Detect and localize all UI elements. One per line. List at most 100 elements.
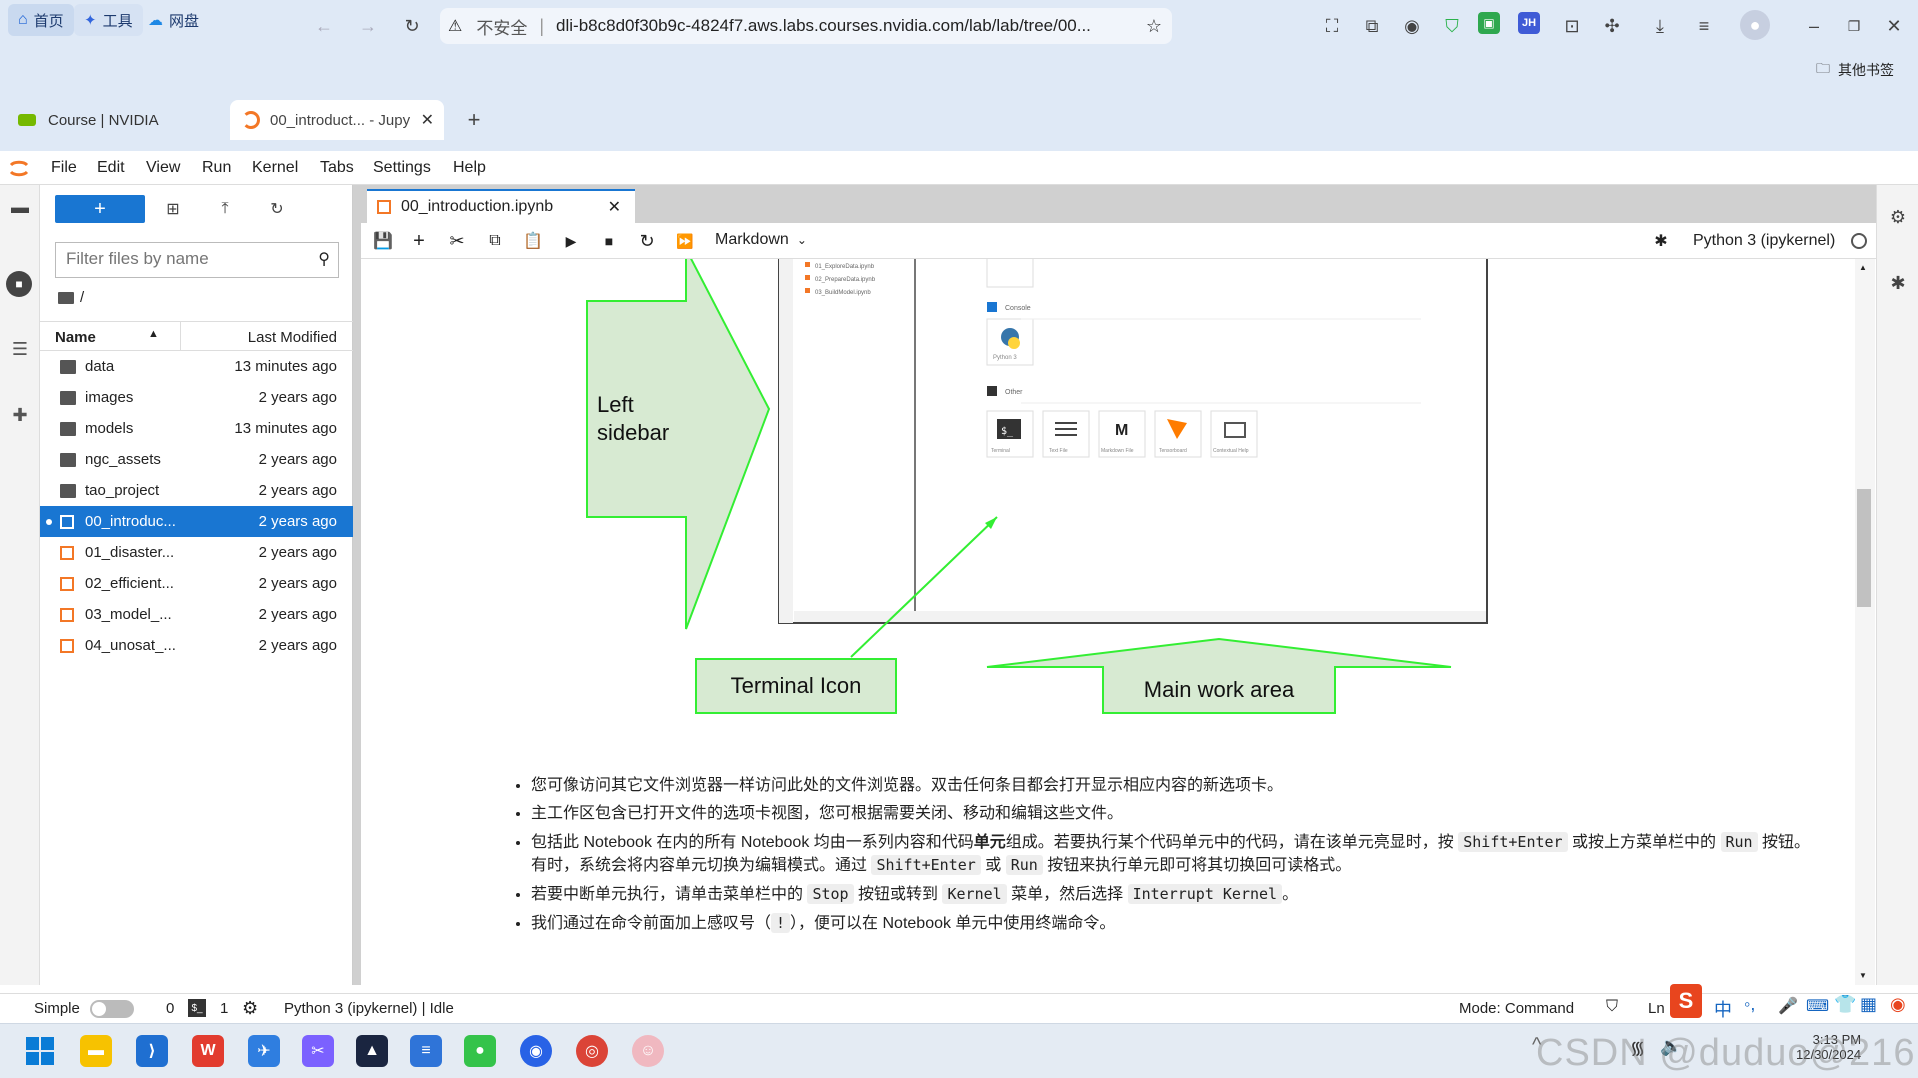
notebook-scrollbar[interactable]: ▲ ▼ bbox=[1855, 259, 1875, 985]
reload-icon[interactable]: ↻ bbox=[398, 12, 426, 40]
copy-icon[interactable]: ⧉ bbox=[483, 229, 507, 253]
kernel-status-text[interactable]: Python 3 (ipykernel) | Idle bbox=[284, 1000, 454, 1017]
menu-icon[interactable]: ≡ bbox=[1690, 12, 1718, 40]
upload-icon[interactable]: ⤒ bbox=[212, 197, 238, 221]
translate-icon[interactable]: ⧉ bbox=[1358, 12, 1386, 40]
refresh-icon[interactable]: ↻ bbox=[264, 197, 290, 221]
file-row-04-unosat[interactable]: 04_unosat_... 2 years ago bbox=[40, 630, 353, 661]
menu-run[interactable]: Run bbox=[202, 159, 231, 177]
debugger-panel-icon[interactable]: ✱ bbox=[1886, 271, 1910, 295]
column-modified-header[interactable]: Last Modified bbox=[248, 329, 337, 346]
skin-icon[interactable]: 👕 bbox=[1834, 994, 1856, 1015]
table-of-contents-icon[interactable]: ☰ bbox=[8, 337, 32, 361]
menu-edit[interactable]: Edit bbox=[97, 159, 125, 177]
scroll-thumb[interactable] bbox=[1857, 489, 1871, 607]
tab-jupyter[interactable]: 00_introduct... - Jupy ✕ bbox=[230, 100, 444, 140]
save-icon[interactable]: 💾 bbox=[371, 229, 395, 253]
file-row-03-model[interactable]: 03_model_... 2 years ago bbox=[40, 599, 353, 630]
other-bookmarks[interactable]: 🗀 其他书签 bbox=[1816, 58, 1894, 82]
terminal-app-icon[interactable]: ▲ bbox=[356, 1035, 388, 1067]
file-explorer-icon[interactable]: ▬ bbox=[80, 1035, 112, 1067]
chrome-icon[interactable]: ◎ bbox=[576, 1035, 608, 1067]
file-row-images[interactable]: images 2 years ago bbox=[40, 382, 353, 413]
back-icon[interactable]: ← bbox=[310, 12, 338, 40]
address-bar[interactable]: ⚠ 不安全 | dli-b8c8d0f30b9c-4824f7.aws.labs… bbox=[440, 8, 1172, 44]
snipping-tool-icon[interactable]: ✂ bbox=[302, 1035, 334, 1067]
star-icon[interactable]: ☆ bbox=[1146, 16, 1162, 37]
wps-icon[interactable]: W bbox=[192, 1035, 224, 1067]
toolbox-icon[interactable]: ▦ bbox=[1860, 994, 1877, 1015]
sort-ascending-icon[interactable]: ▲ bbox=[148, 328, 159, 340]
windows-start-icon[interactable] bbox=[24, 1035, 56, 1067]
avatar-app-icon[interactable]: ☺ bbox=[632, 1035, 664, 1067]
notepad-icon[interactable]: ≡ bbox=[410, 1035, 442, 1067]
sidebar-icon[interactable]: ⊡ bbox=[1558, 12, 1586, 40]
scroll-up-icon[interactable]: ▲ bbox=[1859, 263, 1867, 272]
file-browser-icon[interactable]: ▬ bbox=[8, 195, 32, 219]
file-row-ngc-assets[interactable]: ngc_assets 2 years ago bbox=[40, 444, 353, 475]
tab-course-nvidia[interactable]: Course | NVIDIA bbox=[18, 100, 218, 140]
feishu-icon[interactable]: ✈ bbox=[248, 1035, 280, 1067]
kernel-gear-icon[interactable]: ⚙ bbox=[242, 998, 258, 1019]
new-folder-icon[interactable]: ⊞ bbox=[160, 197, 186, 221]
file-row-00-introduc[interactable]: 00_introduc... 2 years ago bbox=[40, 506, 353, 537]
restart-icon[interactable]: ↻ bbox=[635, 229, 659, 253]
insert-cell-icon[interactable]: + bbox=[407, 229, 431, 253]
microphone-icon[interactable]: 🎤 bbox=[1778, 996, 1798, 1016]
scroll-down-icon[interactable]: ▼ bbox=[1859, 971, 1867, 980]
ime-mode-label[interactable]: 中 bbox=[1714, 996, 1732, 1022]
property-inspector-icon[interactable]: ⚙ bbox=[1886, 205, 1910, 229]
new-launcher-button[interactable]: + bbox=[55, 195, 145, 223]
menu-kernel[interactable]: Kernel bbox=[252, 159, 298, 177]
breadcrumb-path[interactable]: / bbox=[80, 289, 84, 306]
menu-tabs[interactable]: Tabs bbox=[320, 159, 354, 177]
keyboard-icon[interactable]: ⌨ bbox=[1806, 996, 1829, 1016]
extensions-icon[interactable]: ✣ bbox=[1598, 12, 1626, 40]
sogou-mascot-icon[interactable]: ◉ bbox=[1890, 994, 1906, 1015]
punctuation-icon[interactable]: ◦, bbox=[1744, 994, 1755, 1015]
simple-mode-toggle[interactable] bbox=[90, 1000, 134, 1018]
download-icon[interactable]: ⤓ bbox=[1646, 12, 1674, 40]
forward-icon[interactable]: → bbox=[354, 12, 382, 40]
column-name-header[interactable]: Name bbox=[55, 329, 96, 346]
screenshot-icon[interactable]: ⛶ bbox=[1318, 12, 1346, 40]
stop-icon[interactable]: ■ bbox=[597, 229, 621, 253]
close-window-icon[interactable]: ✕ bbox=[1880, 12, 1908, 40]
fast-forward-icon[interactable]: ⏩ bbox=[673, 229, 697, 253]
jh-extension-icon[interactable]: JH bbox=[1518, 12, 1540, 34]
browser-app-icon[interactable]: ◉ bbox=[520, 1035, 552, 1067]
debugger-icon[interactable]: ✱ bbox=[1649, 229, 1673, 253]
home-nav[interactable]: ⌂ 首页 bbox=[8, 4, 74, 36]
menu-file[interactable]: File bbox=[51, 159, 77, 177]
file-row-data[interactable]: data 13 minutes ago bbox=[40, 351, 353, 382]
new-tab-icon[interactable]: + bbox=[460, 106, 488, 134]
filter-files-field[interactable] bbox=[56, 243, 296, 275]
kernel-name[interactable]: Python 3 (ipykernel) bbox=[1693, 232, 1835, 250]
profile-avatar-icon[interactable]: ● bbox=[1740, 10, 1770, 40]
paste-icon[interactable]: 📋 bbox=[521, 229, 545, 253]
url-text[interactable]: dli-b8c8d0f30b9c-4824f7.aws.labs.courses… bbox=[556, 16, 1091, 36]
terminal-icon[interactable]: $_ bbox=[188, 999, 206, 1017]
menu-view[interactable]: View bbox=[146, 159, 180, 177]
tools-nav[interactable]: ✦ 工具 bbox=[74, 4, 143, 36]
filter-files-input[interactable]: ⚲ bbox=[55, 242, 339, 278]
podcast-icon[interactable]: ◉ bbox=[1398, 12, 1426, 40]
breadcrumb[interactable]: / bbox=[58, 289, 84, 306]
close-icon[interactable]: ✕ bbox=[608, 197, 621, 217]
file-row-01-disaster[interactable]: 01_disaster... 2 years ago bbox=[40, 537, 353, 568]
file-row-models[interactable]: models 13 minutes ago bbox=[40, 413, 353, 444]
extension-manager-icon[interactable]: ✚ bbox=[8, 403, 32, 427]
menu-help[interactable]: Help bbox=[453, 159, 486, 177]
tab-00-introduction[interactable]: 00_introduction.ipynb ✕ bbox=[367, 189, 635, 223]
minimize-icon[interactable]: – bbox=[1800, 12, 1828, 40]
close-tab-icon[interactable]: ✕ bbox=[421, 110, 434, 130]
vscode-icon[interactable]: ⟩ bbox=[136, 1035, 168, 1067]
sogou-ime-icon[interactable]: S bbox=[1670, 984, 1702, 1018]
green-extension-icon[interactable]: ▣ bbox=[1478, 12, 1500, 34]
panel-splitter[interactable] bbox=[353, 185, 361, 985]
cut-icon[interactable]: ✂ bbox=[445, 229, 469, 253]
run-icon[interactable]: ▶ bbox=[559, 229, 583, 253]
restore-icon[interactable]: ❐ bbox=[1840, 12, 1868, 40]
wechat-icon[interactable]: ● bbox=[464, 1035, 496, 1067]
shield-extension-icon[interactable]: ⛉ bbox=[1438, 12, 1466, 40]
